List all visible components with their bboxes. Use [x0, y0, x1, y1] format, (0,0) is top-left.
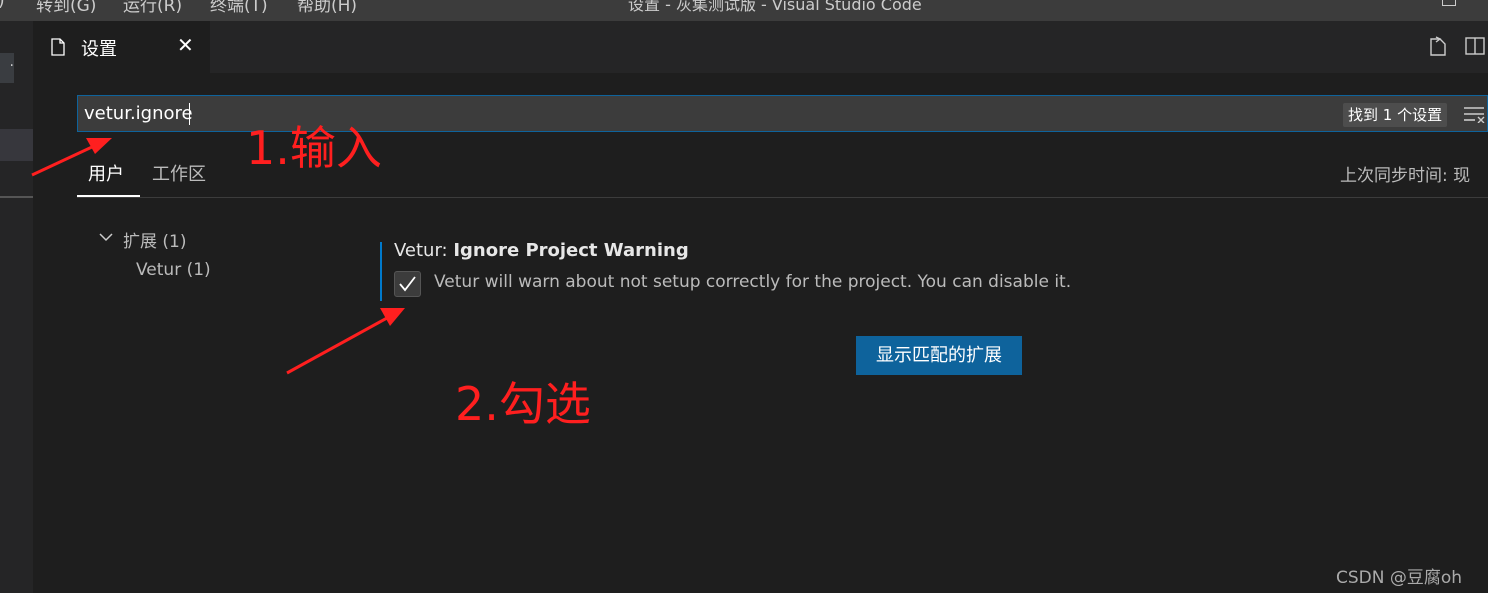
file-icon [51, 38, 65, 56]
annotation-arrows [31, 138, 405, 375]
setting-description: Vetur will warn about not setup correctl… [434, 272, 1072, 292]
sidebar-divider [0, 196, 33, 198]
restore-window-icon[interactable] [1442, 0, 1456, 6]
menu-item-run[interactable]: 运行(R) [123, 0, 182, 16]
title-bar: ) 转到(G) 运行(R) 终端(T) 帮助(H) 设置 - 灰集测试版 - V… [0, 0, 1488, 21]
check-icon [399, 276, 416, 292]
close-icon[interactable]: ✕ [177, 33, 194, 57]
tab-label: 设置 [81, 39, 117, 60]
toc-item-vetur[interactable]: Vetur (1) [136, 260, 211, 280]
setting-title: Vetur: Ignore Project Warning [394, 240, 689, 261]
tab-user[interactable]: 用户 [88, 160, 124, 186]
setting-focus-bar [380, 242, 382, 301]
tab-workspace[interactable]: 工作区 [152, 160, 206, 186]
menu-item-partial[interactable]: ) [0, 0, 5, 11]
show-matching-extensions-button[interactable]: 显示匹配的扩展 [856, 336, 1022, 375]
tab-settings[interactable]: 设置 ✕ [33, 21, 210, 73]
last-sync-time: 上次同步时间: 现 [1340, 166, 1471, 186]
open-settings-json-icon[interactable] [1427, 35, 1449, 57]
window-title: 设置 - 灰集测试版 - Visual Studio Code [628, 0, 922, 14]
toc-item-extensions[interactable]: 扩展 (1) [123, 227, 186, 252]
annotation-step-2: 2.勾选 [455, 377, 591, 431]
menu-item-help[interactable]: 帮助(H) [297, 0, 357, 16]
setting-category: Vetur: [394, 240, 454, 261]
result-count-badge: 找到 1 个设置 [1343, 103, 1448, 127]
menu-item-terminal[interactable]: 终端(T) [210, 0, 268, 16]
split-editor-icon[interactable] [1464, 35, 1486, 57]
annotation-step-1: 1.输入 [246, 121, 382, 175]
editor-tab-bar: 设置 ✕ [33, 21, 1488, 73]
side-bar: · [0, 21, 33, 593]
ignore-project-warning-checkbox[interactable] [394, 271, 421, 297]
more-actions-button[interactable]: · [0, 53, 14, 83]
selected-sidebar-item[interactable] [0, 129, 33, 161]
arrow-to-checkbox [286, 308, 405, 375]
menu-item-goto[interactable]: 转到(G) [36, 0, 96, 16]
text-caret [189, 103, 190, 125]
clear-filter-icon[interactable] [1463, 105, 1485, 123]
scope-divider [77, 197, 1488, 198]
setting-name: Ignore Project Warning [453, 240, 689, 261]
chevron-down-icon[interactable] [98, 229, 114, 245]
watermark: CSDN @豆腐oh [1336, 568, 1463, 588]
settings-search-input[interactable] [84, 96, 984, 131]
